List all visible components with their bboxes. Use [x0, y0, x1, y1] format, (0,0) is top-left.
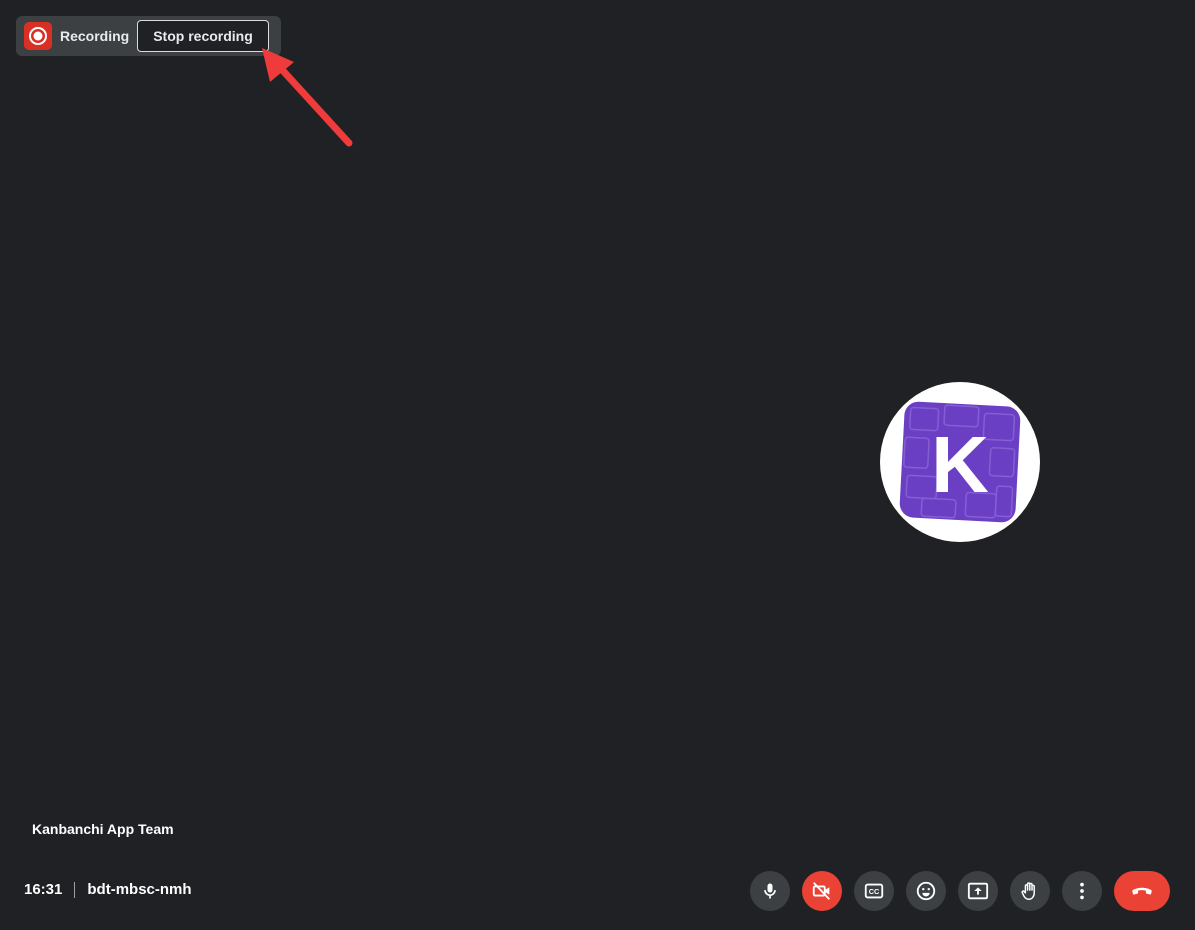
recording-label: Recording — [60, 28, 130, 44]
recording-banner: Recording Stop recording — [16, 16, 281, 56]
divider — [74, 881, 76, 898]
microphone-button[interactable] — [750, 871, 790, 911]
reactions-button[interactable] — [906, 871, 946, 911]
mic-icon — [764, 883, 776, 899]
record-icon — [24, 22, 52, 50]
svg-text:CC: CC — [869, 887, 880, 896]
raise-hand-button[interactable] — [1010, 871, 1050, 911]
emoji-icon — [916, 881, 936, 901]
kanbanchi-logo-icon: K — [899, 401, 1021, 523]
present-screen-button[interactable] — [958, 871, 998, 911]
participant-name: Kanbanchi App Team — [32, 821, 174, 837]
meeting-code: bdt-mbsc-nmh — [87, 881, 192, 898]
participant-avatar: K — [880, 382, 1040, 542]
meeting-stage: Recording Stop recording K Kanbanchi App… — [0, 0, 1195, 930]
hand-icon — [1021, 882, 1035, 900]
camera-off-icon — [812, 882, 830, 900]
stop-recording-button[interactable]: Stop recording — [137, 20, 269, 52]
captions-icon: CC — [864, 883, 884, 899]
leave-call-button[interactable] — [1114, 871, 1170, 911]
more-options-button[interactable] — [1062, 871, 1102, 911]
meeting-time: 16:31 — [24, 881, 63, 898]
annotation-arrow-icon — [262, 48, 353, 147]
captions-button[interactable]: CC — [854, 871, 894, 911]
camera-toggle-button[interactable] — [802, 871, 842, 911]
call-end-icon — [1132, 887, 1152, 895]
avatar-letter: K — [931, 420, 989, 509]
more-vert-icon — [1080, 882, 1084, 900]
meeting-info: 16:31 bdt-mbsc-nmh — [24, 881, 192, 898]
present-icon — [967, 882, 989, 900]
